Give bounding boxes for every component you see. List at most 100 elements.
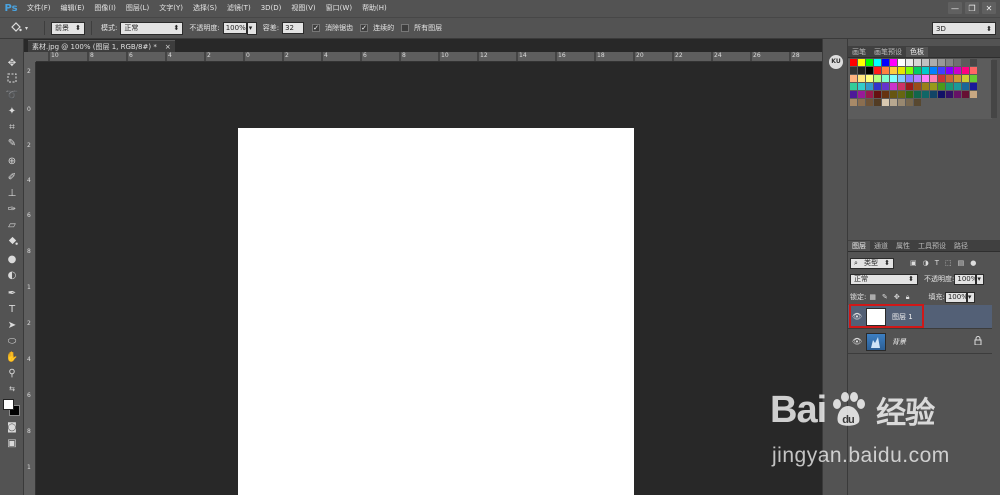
- color-swatch[interactable]: [962, 91, 969, 98]
- tab-paths[interactable]: 路径: [950, 241, 972, 251]
- mode-select[interactable]: 正常 ⬍: [120, 21, 184, 35]
- color-swatch[interactable]: [954, 83, 961, 90]
- ku-plugin-button[interactable]: KU: [829, 55, 843, 69]
- history-brush-tool-icon[interactable]: ✑: [4, 203, 20, 216]
- color-swatch[interactable]: [938, 75, 945, 82]
- color-swatch[interactable]: [890, 83, 897, 90]
- color-swatch[interactable]: [890, 75, 897, 82]
- color-swatch[interactable]: [970, 75, 977, 82]
- blur-tool-icon[interactable]: ●: [4, 253, 20, 266]
- menu-window[interactable]: 窗口(W): [321, 0, 357, 17]
- hand-tool-icon[interactable]: ✋: [4, 351, 20, 364]
- color-swatch[interactable]: [882, 67, 889, 74]
- color-swatch[interactable]: [962, 59, 969, 66]
- color-swatch[interactable]: [850, 67, 857, 74]
- color-swatch[interactable]: [946, 67, 953, 74]
- workspace-select[interactable]: 3D ⬍: [932, 22, 996, 35]
- zoom-tool-icon[interactable]: ⚲: [4, 367, 20, 380]
- color-swatch[interactable]: [874, 75, 881, 82]
- color-swatch[interactable]: [874, 83, 881, 90]
- visibility-eye-icon[interactable]: 👁︎: [848, 337, 866, 346]
- tab-layers[interactable]: 图层: [848, 241, 870, 251]
- color-swatch[interactable]: [866, 67, 873, 74]
- menu-3d[interactable]: 3D(D): [256, 0, 287, 17]
- fill-slider-button[interactable]: ▾: [966, 291, 975, 303]
- document-canvas[interactable]: [238, 128, 634, 495]
- color-swatch[interactable]: [866, 75, 873, 82]
- all-layers-checkbox[interactable]: [401, 24, 410, 32]
- lock-transparent-icon[interactable]: ▦: [869, 293, 876, 301]
- color-swatch[interactable]: [882, 59, 889, 66]
- color-swatch[interactable]: [866, 99, 873, 106]
- color-swatch[interactable]: [858, 83, 865, 90]
- color-swatch[interactable]: [914, 99, 921, 106]
- color-swatch[interactable]: [906, 59, 913, 66]
- close-icon[interactable]: ×: [165, 43, 171, 51]
- color-swatch[interactable]: [922, 75, 929, 82]
- menu-view[interactable]: 视图(V): [286, 0, 320, 17]
- menu-image[interactable]: 图像(I): [89, 0, 121, 17]
- color-swatch[interactable]: [946, 91, 953, 98]
- color-swatch[interactable]: [954, 91, 961, 98]
- layer-row[interactable]: 👁︎ 背景: [848, 330, 992, 354]
- menu-select[interactable]: 选择(S): [188, 0, 222, 17]
- color-swatch[interactable]: [970, 83, 977, 90]
- color-swatch[interactable]: [882, 75, 889, 82]
- color-swatch[interactable]: [874, 91, 881, 98]
- lock-all-icon[interactable]: 🔒︎: [906, 293, 910, 302]
- color-swatch[interactable]: [922, 59, 929, 66]
- menu-help[interactable]: 帮助(H): [357, 0, 392, 17]
- tolerance-input[interactable]: 32: [282, 22, 305, 34]
- color-swatch[interactable]: [890, 59, 897, 66]
- color-swatch[interactable]: [954, 59, 961, 66]
- menu-layer[interactable]: 图层(L): [121, 0, 154, 17]
- smart-object-filter-icon[interactable]: ▤: [958, 259, 965, 267]
- lock-position-icon[interactable]: ✥: [894, 293, 900, 301]
- screen-mode-icon[interactable]: ▣: [4, 437, 20, 450]
- color-swatch[interactable]: [922, 91, 929, 98]
- tab-brush-presets[interactable]: 画笔预设: [870, 47, 906, 57]
- color-swatch[interactable]: [882, 99, 889, 106]
- color-swatch[interactable]: [970, 91, 977, 98]
- color-swatch[interactable]: [914, 59, 921, 66]
- color-swatch[interactable]: [890, 91, 897, 98]
- magic-wand-tool-icon[interactable]: ✦: [4, 105, 20, 118]
- restore-button[interactable]: ❐: [965, 2, 979, 14]
- contiguous-checkbox[interactable]: ✓: [360, 24, 369, 32]
- color-swatch[interactable]: [914, 91, 921, 98]
- color-swatch[interactable]: [906, 83, 913, 90]
- menu-filter[interactable]: 滤镜(T): [222, 0, 256, 17]
- clone-stamp-tool-icon[interactable]: ⊥: [4, 187, 20, 200]
- tab-swatches[interactable]: 色板: [906, 47, 928, 57]
- color-swatch[interactable]: [914, 75, 921, 82]
- healing-brush-tool-icon[interactable]: ⊕: [4, 155, 20, 168]
- shape-tool-icon[interactable]: ⬭: [4, 335, 20, 348]
- color-swatch[interactable]: [874, 99, 881, 106]
- brush-tool-icon[interactable]: ✐: [4, 171, 20, 184]
- dodge-tool-icon[interactable]: ◐: [4, 269, 20, 282]
- color-swatch[interactable]: [850, 59, 857, 66]
- color-swatch[interactable]: [866, 91, 873, 98]
- tab-tool-presets[interactable]: 工具预设: [914, 241, 950, 251]
- color-swatch[interactable]: [898, 99, 905, 106]
- color-swatch[interactable]: [898, 91, 905, 98]
- shape-filter-icon[interactable]: ⬚: [945, 259, 952, 267]
- paint-bucket-tool-icon[interactable]: [4, 235, 20, 248]
- color-swatch[interactable]: [930, 59, 937, 66]
- color-swatch[interactable]: [954, 67, 961, 74]
- quick-mask-icon[interactable]: ◙: [4, 421, 20, 434]
- tab-properties[interactable]: 属性: [892, 241, 914, 251]
- tool-preset-picker[interactable]: ▾: [0, 17, 38, 39]
- fill-source-select[interactable]: 前景 ⬍: [51, 21, 85, 35]
- fill-input[interactable]: 100%: [944, 291, 968, 303]
- color-swatch[interactable]: [954, 75, 961, 82]
- minimize-button[interactable]: —: [948, 2, 962, 14]
- color-swatch[interactable]: [938, 91, 945, 98]
- pixel-filter-icon[interactable]: ▣: [910, 259, 917, 267]
- color-swatch[interactable]: [906, 91, 913, 98]
- color-swatch[interactable]: [938, 59, 945, 66]
- tab-channels[interactable]: 通道: [870, 241, 892, 251]
- color-swatch[interactable]: [922, 67, 929, 74]
- color-swatch[interactable]: [946, 83, 953, 90]
- color-swatch[interactable]: [906, 75, 913, 82]
